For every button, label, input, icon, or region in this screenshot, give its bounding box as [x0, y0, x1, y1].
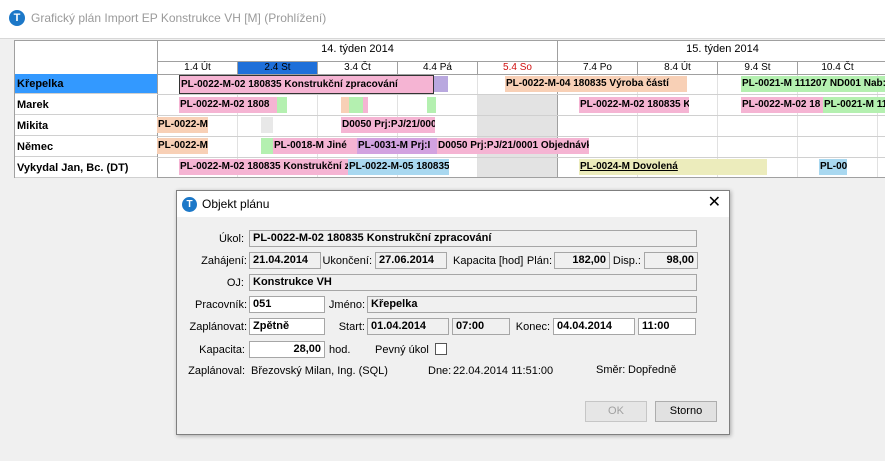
zahajeni-field: 21.04.2014: [249, 252, 321, 269]
gantt-chart[interactable]: 14. týden 2014 15. týden 2014 1.4 Út 2.4…: [14, 40, 885, 178]
ukol-label: Úkol:: [218, 233, 244, 245]
konec-date-field[interactable]: 04.04.2014: [553, 318, 635, 335]
konec-time-field[interactable]: 11:00: [638, 318, 696, 335]
plan-field: 182,00: [554, 252, 610, 269]
week-header: 15. týden 2014: [557, 41, 885, 62]
ukonceni-label: Ukončení:: [322, 255, 372, 267]
app-logo-icon: T: [182, 197, 197, 212]
task-bar[interactable]: PL-0022-M-02 18: [741, 97, 823, 113]
week-header: 14. týden 2014: [157, 41, 557, 62]
pracovnik-label: Pracovník:: [195, 299, 247, 311]
row-label-nemec[interactable]: Němec: [15, 137, 157, 157]
kapacita-label: Kapacita:: [199, 344, 245, 356]
pracovnik-field[interactable]: 051: [249, 296, 325, 313]
oj-label: OJ:: [226, 277, 244, 289]
disp-label: Disp.:: [612, 255, 641, 267]
task-bar[interactable]: PL-0018-M Jiné: [273, 138, 357, 154]
kapacita-field[interactable]: 28,00: [249, 341, 325, 358]
task-bar[interactable]: D0050 Prj:PJ/21/0001 Objednávka: [437, 138, 589, 154]
jmeno-label: Jméno:: [328, 299, 365, 311]
task-bar[interactable]: [349, 97, 363, 113]
grid-line: [157, 136, 885, 137]
task-bar[interactable]: PL-0022-M-02 180835 Konstrukční zpracová…: [179, 75, 434, 94]
jmeno-field: Křepelka: [367, 296, 697, 313]
day-header-weekend[interactable]: 5.4 So: [477, 62, 557, 74]
pevny-ukol-label: Pevný úkol: [375, 344, 429, 356]
start-time-field[interactable]: 07:00: [452, 318, 510, 335]
hod-label: hod.: [329, 344, 351, 356]
kapacita-hod-label: Kapacita [hod]: [453, 255, 524, 267]
ukonceni-field: 27.06.2014: [375, 252, 447, 269]
task-bar[interactable]: [261, 117, 273, 133]
smer-value: Dopředně: [628, 364, 677, 376]
task-bar[interactable]: [261, 138, 273, 154]
day-header[interactable]: 7.4 Po: [557, 62, 637, 74]
storno-button[interactable]: Storno: [655, 401, 717, 422]
row-label-krepelka[interactable]: Křepelka: [15, 74, 157, 94]
task-bar[interactable]: PL-0022-M-04 180835 Výroba částí: [505, 76, 687, 92]
window-title: Grafický plán Import EP Konstrukce VH [M…: [31, 11, 327, 25]
row-label-mikita[interactable]: Mikita: [15, 116, 157, 136]
task-bar[interactable]: PL-0022-M-02 1808: [179, 97, 277, 113]
row-label-vykydal[interactable]: Vykydal Jan, Bc. (DT): [15, 158, 157, 178]
start-date-field[interactable]: 01.04.2014: [367, 318, 449, 335]
task-bar[interactable]: [277, 97, 287, 113]
window-titlebar: T Grafický plán Import EP Konstrukce VH …: [0, 0, 885, 38]
day-header[interactable]: 10.4 Čt: [797, 62, 877, 74]
ok-button[interactable]: OK: [585, 401, 647, 422]
zaplanoval-value: Březovský Milan, Ing. (SQL): [251, 365, 388, 377]
row-label-marek[interactable]: Marek: [15, 95, 157, 115]
app-logo-icon: T: [9, 10, 25, 26]
task-bar[interactable]: PL-0022-M-02 180835 Konstrukční zpr: [179, 159, 348, 175]
dne-value: 22.04.2014 11:51:00: [453, 365, 554, 377]
task-bar[interactable]: [341, 97, 349, 113]
start-label: Start:: [338, 321, 365, 333]
task-bar[interactable]: PL-0022-M-: [157, 138, 208, 154]
task-bar[interactable]: PL-0021-M 111: [823, 97, 885, 113]
day-header[interactable]: 4.4 Pá: [397, 62, 477, 74]
grid-line: [157, 115, 885, 116]
task-bar[interactable]: PL-00: [819, 159, 847, 175]
smer-label: Směr:: [596, 364, 626, 376]
zaplanovat-field[interactable]: Zpětně: [249, 318, 325, 335]
titlebar-divider: [0, 38, 885, 39]
zaplanoval-label: Zaplánoval:: [188, 365, 245, 377]
day-header[interactable]: 3.4 Čt: [317, 62, 397, 74]
plan-label: Plán:: [526, 255, 552, 267]
oj-field: Konstrukce VH: [249, 274, 697, 291]
day-header[interactable]: 8.4 Út: [637, 62, 717, 74]
object-plan-dialog: T Objekt plánu ✕ Úkol: PL-0022-M-02 1808…: [176, 190, 730, 435]
task-bar[interactable]: PL-0021-M 111207 ND001 Nab:NAB/21/0: [741, 76, 885, 92]
day-header[interactable]: 1.4 Út: [157, 62, 237, 74]
day-header[interactable]: 9.4 St: [717, 62, 797, 74]
grid-line: [477, 74, 478, 177]
task-bar[interactable]: PL-0031-M Prj:I: [357, 138, 437, 154]
disp-field: 98,00: [644, 252, 698, 269]
ukol-field: PL-0022-M-02 180835 Konstrukční zpracová…: [249, 230, 697, 247]
task-bar[interactable]: PL-0022-M-02 180835 Ko: [579, 97, 689, 113]
task-bar[interactable]: PL-0022-M-0: [157, 117, 208, 133]
task-bar[interactable]: [427, 97, 436, 113]
grid-line: [157, 157, 885, 158]
zaplanovat-label: Zaplánovat:: [189, 321, 247, 333]
task-bar[interactable]: PL-0022-M-05 180835 N: [348, 159, 449, 175]
konec-label: Konec:: [515, 321, 550, 333]
zahajeni-label: Zahájení:: [201, 255, 247, 267]
task-bar[interactable]: D0050 Prj:PJ/21/0001: [341, 117, 435, 133]
dne-label: Dne:: [428, 365, 452, 377]
day-header-today[interactable]: 2.4 St: [237, 62, 317, 74]
dialog-titlebar: T Objekt plánu ✕: [177, 191, 729, 217]
pevny-ukol-checkbox[interactable]: [435, 343, 447, 355]
task-bar[interactable]: [434, 76, 448, 92]
grid-line: [157, 94, 885, 95]
dialog-title: Objekt plánu: [202, 197, 270, 211]
task-bar[interactable]: PL-0024-M Dovolená: [579, 159, 767, 175]
close-icon[interactable]: ✕: [708, 194, 721, 212]
task-bar[interactable]: [363, 97, 368, 113]
